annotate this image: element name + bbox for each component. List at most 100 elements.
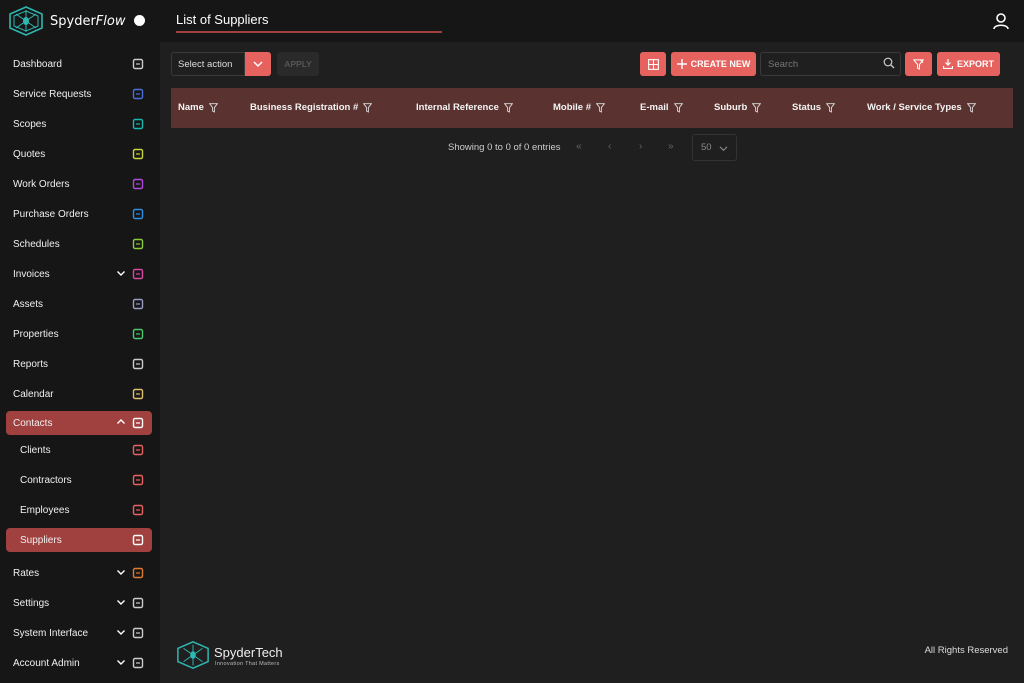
sidebar-item-dashboard[interactable]: Dashboard xyxy=(6,52,152,76)
sidebar-item-label: Suppliers xyxy=(20,534,62,546)
sidebar-item-contacts[interactable]: Contacts xyxy=(6,411,152,435)
sidebar-item-label: Clients xyxy=(20,444,51,456)
sidebar-item-schedules[interactable]: Schedules xyxy=(6,232,152,256)
clear-filter-button[interactable] xyxy=(905,52,932,76)
sidebar-item-calendar[interactable]: Calendar xyxy=(6,382,152,406)
sidebar-item-service-requests[interactable]: Service Requests xyxy=(6,82,152,106)
search-icon[interactable] xyxy=(883,57,895,69)
column-header-work-service-types[interactable]: Work / Service Types xyxy=(867,102,976,113)
last-page-button[interactable]: » xyxy=(668,141,674,152)
sidebar-item-scopes[interactable]: Scopes xyxy=(6,112,152,136)
store-icon xyxy=(132,534,144,546)
sidebar-item-quotes[interactable]: Quotes xyxy=(6,142,152,166)
users-icon xyxy=(132,657,144,669)
sidebar-item-contractors[interactable]: Contractors xyxy=(6,468,152,492)
export-button[interactable]: EXPORT xyxy=(937,52,1000,76)
sidebar-item-label: Contractors xyxy=(20,474,72,486)
sidebar-item-properties[interactable]: Properties xyxy=(6,322,152,346)
footer-brand: SpyderTech xyxy=(214,645,283,660)
hardhat-icon xyxy=(132,474,144,486)
brand[interactable]: SpyderFlow xyxy=(0,0,160,42)
user-icon[interactable] xyxy=(992,12,1010,30)
handshake-icon xyxy=(132,444,144,456)
create-new-button[interactable]: CREATE NEW xyxy=(671,52,756,76)
chevron-up-icon xyxy=(117,419,125,424)
filter-icon[interactable] xyxy=(363,102,373,113)
column-header-label: Name xyxy=(178,102,204,113)
column-header-business-registration[interactable]: Business Registration # xyxy=(250,102,373,113)
sidebar-item-assets[interactable]: Assets xyxy=(6,292,152,316)
spydertech-logo-icon xyxy=(177,640,209,670)
sidebar-item-label: Work Orders xyxy=(13,178,70,190)
clipboard-icon xyxy=(132,567,144,579)
filter-icon[interactable] xyxy=(208,102,218,113)
sidebar-item-label: Scopes xyxy=(13,118,47,130)
contact-icon xyxy=(132,417,144,429)
sidebar-item-settings[interactable]: Settings xyxy=(6,591,152,615)
filter-icon[interactable] xyxy=(826,102,836,113)
chevron-down-icon xyxy=(117,660,125,665)
building-icon xyxy=(132,328,144,340)
select-action-dropdown[interactable]: Select action xyxy=(171,52,245,76)
sidebar-item-label: Assets xyxy=(13,298,44,310)
phone-icon xyxy=(132,627,144,639)
sidebar-item-label: Dashboard xyxy=(13,58,62,70)
sidebar-item-label: Calendar xyxy=(13,388,54,400)
card-icon xyxy=(132,268,144,280)
trend-icon xyxy=(132,358,144,370)
filter-clear-icon xyxy=(913,58,924,70)
topbar: List of Suppliers xyxy=(160,0,1024,42)
sidebar-item-work-orders[interactable]: Work Orders xyxy=(6,172,152,196)
title-underline xyxy=(176,31,442,33)
column-header-suburb[interactable]: Suburb xyxy=(714,102,762,113)
page-size-select[interactable]: 50 xyxy=(692,134,737,161)
sidebar-item-reports[interactable]: Reports xyxy=(6,352,152,376)
column-header-internal-reference[interactable]: Internal Reference xyxy=(416,102,513,113)
theme-toggle[interactable] xyxy=(134,15,145,26)
sidebar-item-purchase-orders[interactable]: Purchase Orders xyxy=(6,202,152,226)
filter-icon[interactable] xyxy=(673,102,683,113)
filter-icon[interactable] xyxy=(752,102,762,113)
prev-page-button[interactable]: ‹ xyxy=(608,141,611,152)
column-header-name[interactable]: Name xyxy=(178,102,218,113)
sidebar-item-employees[interactable]: Employees xyxy=(6,498,152,522)
scope-icon xyxy=(132,118,144,130)
page-size-value: 50 xyxy=(701,142,712,153)
search-input[interactable] xyxy=(760,52,901,76)
sidebar-item-system-interface[interactable]: System Interface xyxy=(6,621,152,645)
user-gear-icon xyxy=(132,504,144,516)
sidebar-item-label: Invoices xyxy=(13,268,50,280)
export-label: EXPORT xyxy=(956,59,994,69)
recycle-icon xyxy=(132,238,144,250)
apply-button[interactable]: APPLY xyxy=(277,52,319,76)
create-new-label: CREATE NEW xyxy=(690,59,751,69)
filter-icon[interactable] xyxy=(503,102,513,113)
sidebar-item-label: Reports xyxy=(13,358,49,370)
select-action-toggle[interactable] xyxy=(245,52,271,76)
column-header-label: Internal Reference xyxy=(416,102,499,113)
cart-icon xyxy=(132,208,144,220)
first-page-button[interactable]: « xyxy=(576,141,582,152)
column-header-e-mail[interactable]: E-mail xyxy=(640,102,683,113)
filter-icon[interactable] xyxy=(966,102,976,113)
sidebar-item-clients[interactable]: Clients xyxy=(6,438,152,462)
column-header-mobile[interactable]: Mobile # xyxy=(553,102,606,113)
sidebar-item-invoices[interactable]: Invoices xyxy=(6,262,152,286)
footer-tagline: Innovation That Matters xyxy=(215,661,280,667)
sidebar-item-label: Schedules xyxy=(13,238,60,250)
sidebar-item-label: System Interface xyxy=(13,627,89,639)
tools-icon xyxy=(132,148,144,160)
column-header-label: E-mail xyxy=(640,102,669,113)
sidebar-item-label: Purchase Orders xyxy=(13,208,89,220)
column-grid-button[interactable] xyxy=(640,52,666,76)
sidebar-item-suppliers[interactable]: Suppliers xyxy=(6,528,152,552)
filter-icon[interactable] xyxy=(596,102,606,113)
sidebar-item-label: Settings xyxy=(13,597,50,609)
sidebar-item-account-admin[interactable]: Account Admin xyxy=(6,651,152,675)
column-header-status[interactable]: Status xyxy=(792,102,836,113)
next-page-button[interactable]: › xyxy=(639,141,642,152)
sidebar-item-rates[interactable]: Rates xyxy=(6,561,152,585)
gear-icon xyxy=(132,597,144,609)
table-header: Name Business Registration # Internal Refe… xyxy=(171,88,1013,128)
pulse-icon xyxy=(132,298,144,310)
